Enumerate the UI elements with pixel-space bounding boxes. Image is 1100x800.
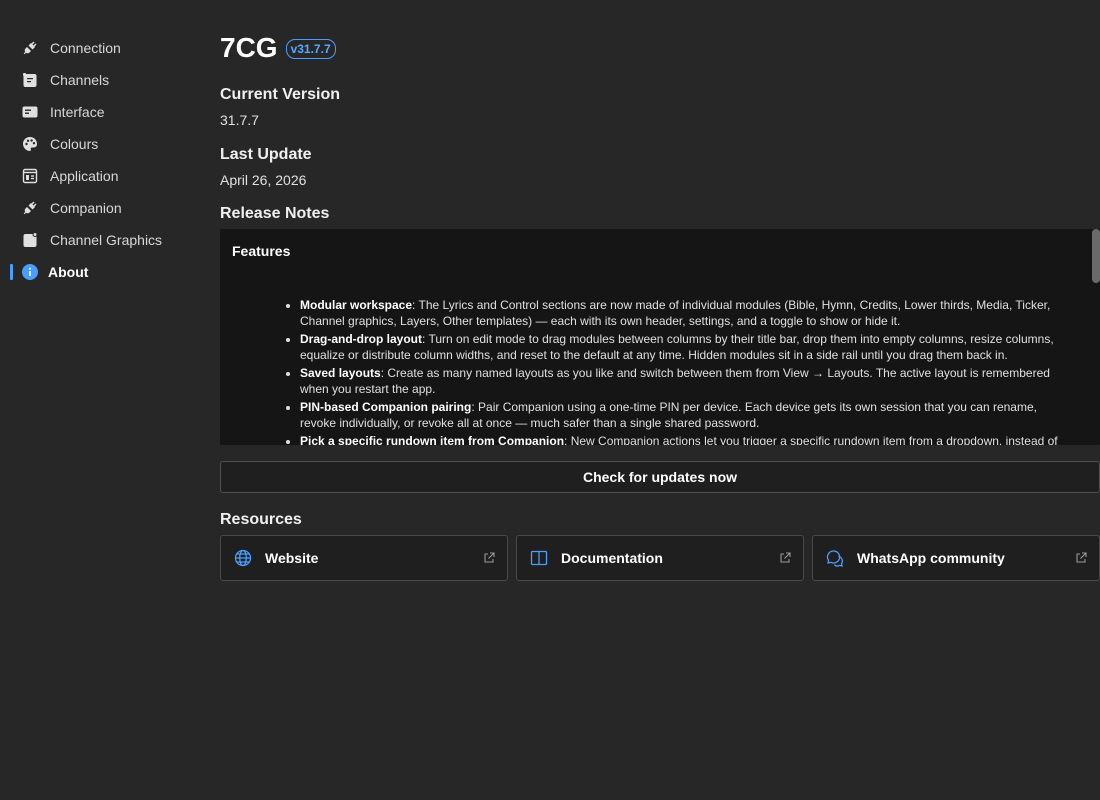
plug-icon [22,200,38,216]
version-badge: v31.7.7 [285,39,336,59]
check-updates-button[interactable]: Check for updates now [220,461,1100,493]
note-title: Pick a specific rundown item from Compan… [300,434,565,445]
note-text: : Create as many named layouts as you li… [300,366,1050,396]
sidebar-item-label: Companion [50,200,122,216]
note-title: Modular workspace [300,298,413,312]
title-row: 7CG v31.7.7 [220,32,1100,70]
whatsapp-community-link-label: WhatsApp community [857,550,1005,566]
application-icon [22,168,38,184]
note-text: : The Lyrics and Control sections are no… [300,298,1051,328]
documentation-link-label: Documentation [561,550,663,566]
list-item: Modular workspace: The Lyrics and Contro… [300,297,1068,329]
palette-icon [22,136,38,152]
list-item: Saved layouts: Create as many named layo… [300,365,1068,397]
resource-links: Website Documentation WhatsApp community [220,535,1100,581]
list-item: Pick a specific rundown item from Compan… [300,433,1068,445]
release-notes-heading: Release Notes [220,205,330,222]
interface-icon [22,104,38,120]
current-version-value: 31.7.7 [220,112,259,128]
chat-icon [825,548,845,568]
book-icon [529,548,549,568]
sidebar-item-colours[interactable]: Colours [0,128,200,160]
sidebar-item-label: Channel Graphics [50,232,163,248]
whatsapp-community-link[interactable]: WhatsApp community [812,535,1100,581]
sidebar-item-label: Colours [50,136,99,152]
sidebar-item-interface[interactable]: Interface [0,96,200,128]
current-version-heading: Current Version [220,86,341,103]
external-link-icon [779,552,791,564]
documentation-link[interactable]: Documentation [516,535,804,581]
info-icon [22,264,38,280]
sidebar-item-application[interactable]: Application [0,160,200,192]
app-title: 7CG [220,32,278,63]
sidebar-item-about[interactable]: About [0,256,200,288]
website-link[interactable]: Website [220,535,508,581]
sidebar-item-label: Application [50,168,119,184]
sidebar-item-label: Channels [50,72,110,88]
settings-sidebar: Connection Channels Interface Colours Ap… [0,32,200,288]
scrollbar-thumb[interactable] [1092,229,1100,283]
about-screen: Connection Channels Interface Colours Ap… [0,0,1100,800]
website-link-label: Website [265,550,319,566]
resources-heading: Resources [220,511,302,528]
sidebar-item-connection[interactable]: Connection [0,32,200,64]
external-link-icon [483,552,495,564]
note-title: PIN-based Companion pairing [300,400,472,414]
globe-icon [233,548,253,568]
list-item: PIN-based Companion pairing: Pair Compan… [300,399,1068,431]
channel-graphics-icon [22,232,38,248]
sidebar-item-companion[interactable]: Companion [0,192,200,224]
last-update-heading: Last Update [220,146,312,163]
plug-icon [22,40,38,56]
external-link-icon [1075,552,1087,564]
release-notes-section-title: Features [232,243,291,259]
note-title: Drag-and-drop layout [300,332,422,346]
sidebar-item-label: Interface [50,104,105,120]
sidebar-item-label: About [48,264,89,280]
sidebar-item-channel-graphics[interactable]: Channel Graphics [0,224,200,256]
sidebar-item-label: Connection [50,40,121,56]
about-content: 7CG v31.7.7 Current Version 31.7.7 Last … [220,32,1100,581]
channels-icon [22,72,38,88]
last-update-value: April 26, 2026 [220,172,307,188]
note-title: Saved layouts [300,366,381,380]
active-indicator [10,264,13,280]
release-notes-panel[interactable]: Features Modular workspace: The Lyrics a… [220,229,1100,445]
release-notes-list: Modular workspace: The Lyrics and Contro… [232,297,1088,445]
list-item: Drag-and-drop layout: Turn on edit mode … [300,331,1068,363]
sidebar-item-channels[interactable]: Channels [0,64,200,96]
